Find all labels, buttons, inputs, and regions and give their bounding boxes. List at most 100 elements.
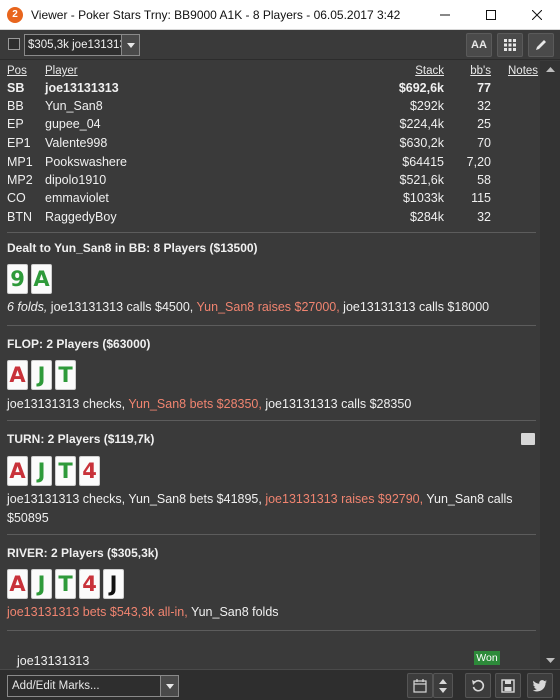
col-header-notes[interactable]: Notes [508,65,538,77]
col-header-pos[interactable]: Pos [7,65,27,77]
player-row[interactable]: MP1 Pookswashere $64415 7,20 [0,155,540,174]
section-divider [7,630,536,631]
chevron-down-icon [160,676,178,696]
player-name: Yun_San8 [45,99,103,113]
action-text: Yun_San8 bets $28350, [125,397,262,411]
flop-actions: joe13131313 checks, Yun_San8 bets $28350… [7,395,527,414]
scroll-down-icon[interactable] [546,658,555,663]
chevron-down-icon [121,35,139,55]
grid-button[interactable] [497,33,523,57]
calendar-button[interactable] [407,673,433,698]
player-pos: CO [7,191,26,205]
scrollbar[interactable] [540,61,560,669]
close-button[interactable] [514,0,560,30]
action-text: joe13131313 bets $543,3k all-in, [7,605,188,619]
player-stack: $692,6k [398,81,444,95]
player-row[interactable]: BTN RaggedyBoy $284k 32 [0,210,540,229]
card: A [7,569,28,599]
river-cards: A J T 4 J [7,569,127,599]
turn-title: TURN: 2 Players ($119,7k) [7,432,155,446]
maximize-icon [486,10,496,20]
col-header-stack[interactable]: Stack [415,65,444,77]
player-bbs: 7,20 [466,155,491,169]
player-name: Pookswashere [45,155,127,169]
player-name: dipolo1910 [45,173,107,187]
scroll-up-icon[interactable] [546,67,555,72]
section-divider [7,420,536,421]
player-stack: $630,2k [399,136,444,150]
player-bbs: 25 [477,117,491,131]
section-divider [7,232,536,233]
action-text: Yun_San8 raises $27000, [193,300,340,314]
player-name: emmaviolet [45,191,109,205]
action-text: joe13131313 checks, [7,397,126,411]
maximize-button[interactable] [468,0,514,30]
player-row[interactable]: SB joe13131313 $692,6k 77 [0,81,540,100]
river-title: RIVER: 2 Players ($305,3k) [7,546,159,560]
won-badge: Won [474,651,500,665]
save-button[interactable] [495,673,521,698]
note-icon[interactable] [521,433,535,445]
turn-cards: A J T 4 [7,456,103,486]
col-header-player[interactable]: Player [45,65,78,77]
card: T [55,569,76,599]
section-divider [7,534,536,535]
player-stack: $224,4k [399,117,444,131]
player-row[interactable]: EP1 Valente998 $630,2k 70 [0,136,540,155]
player-pos: MP1 [7,155,33,169]
player-name: Valente998 [45,136,108,150]
flop-title: FLOP: 2 Players ($63000) [7,337,151,351]
pencil-icon [536,40,546,50]
flop-cards: A J T [7,360,79,390]
undo-icon [472,679,485,691]
player-row[interactable]: BB Yun_San8 $292k 32 [0,99,540,118]
card: J [31,569,52,599]
window-title: Viewer - Poker Stars Trny: BB9000 A1K - … [31,7,401,22]
player-row[interactable]: MP2 dipolo1910 $521,6k 58 [0,173,540,192]
player-pos: EP1 [7,136,31,150]
player-name: joe13131313 [45,81,119,95]
twitter-button[interactable] [527,673,553,698]
action-text: joe13131313 checks, Yun_San8 bets $41895… [7,492,262,506]
hand-checkbox[interactable] [8,38,20,50]
font-size-button[interactable]: AA [466,33,492,57]
player-row[interactable]: EP gupee_04 $224,4k 25 [0,117,540,136]
card: A [7,360,28,390]
up-down-icon [439,678,447,693]
app-logo-icon: 2 [7,6,23,23]
toolbar: $305,3k joe131313 AA [0,30,560,60]
card: A [31,264,52,294]
player-pos: MP2 [7,173,33,187]
card: 4 [79,456,100,486]
card: T [55,456,76,486]
twitter-icon [533,679,547,691]
marks-dropdown[interactable]: Add/Edit Marks... [7,675,179,697]
section-divider [7,325,536,326]
hand-dropdown-value: $305,3k joe131313 [28,39,121,51]
minimize-icon [440,14,450,16]
card: 4 [79,569,100,599]
player-row[interactable]: CO emmaviolet $1033k 115 [0,191,540,210]
player-pos: BB [7,99,24,113]
edit-button[interactable] [528,33,554,57]
undo-button[interactable] [465,673,491,698]
player-bbs: 32 [477,99,491,113]
player-bbs: 32 [477,210,491,224]
player-stack: $64415 [402,155,444,169]
player-name: RaggedyBoy [45,210,117,224]
card: T [55,360,76,390]
grid-icon [504,39,516,51]
action-text: joe13131313 calls $18000 [339,300,490,314]
hand-dropdown[interactable]: $305,3k joe131313 [24,34,140,56]
turn-actions: joe13131313 checks, Yun_San8 bets $41895… [7,490,527,528]
player-bbs: 77 [477,81,491,95]
spinner-button[interactable] [433,673,453,698]
card: J [31,456,52,486]
marks-dropdown-placeholder: Add/Edit Marks... [12,680,100,692]
minimize-button[interactable] [422,0,468,30]
action-text: joe13131313 raises $92790, [261,492,424,506]
summary-player: joe13131313 [17,654,90,668]
action-text: joe13131313 calls $28350 [261,397,412,411]
player-stack: $292k [409,99,444,113]
col-header-bbs[interactable]: bb's [470,65,491,77]
